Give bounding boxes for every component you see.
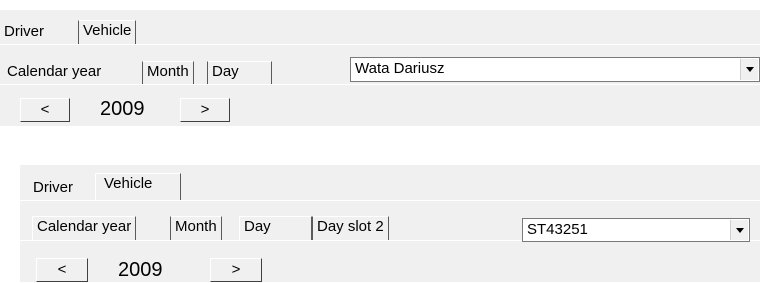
tab-vehicle[interactable]: Vehicle: [95, 173, 181, 200]
tab-day[interactable]: Day: [239, 216, 312, 240]
chevron-down-icon[interactable]: [730, 220, 748, 240]
tab-vehicle[interactable]: Vehicle: [78, 20, 137, 44]
subtab-row-divider: [0, 84, 760, 85]
chevron-down-icon[interactable]: [740, 59, 758, 80]
tab-driver[interactable]: Driver: [0, 22, 48, 44]
panel-driver-view: Driver Vehicle Calendar year Month Day W…: [0, 10, 760, 126]
prev-year-button[interactable]: <: [36, 258, 88, 282]
tab-calendar-year[interactable]: Calendar year: [32, 216, 137, 240]
tab-calendar-year[interactable]: Calendar year: [3, 62, 106, 84]
prev-year-button[interactable]: <: [20, 98, 70, 122]
tab-day-slot-2[interactable]: Day slot 2: [312, 216, 389, 240]
driver-select-value: Wata Dariusz: [355, 60, 445, 77]
year-display: 2009: [118, 259, 163, 281]
year-display: 2009: [100, 98, 145, 120]
panel-vehicle-view: Driver Vehicle Calendar year Month Day D…: [20, 165, 760, 282]
tab-day[interactable]: Day: [207, 61, 272, 84]
tab-driver[interactable]: Driver: [29, 178, 77, 200]
next-year-button[interactable]: >: [180, 98, 230, 122]
driver-select[interactable]: Wata Dariusz: [350, 57, 760, 82]
vehicle-select[interactable]: ST43251: [522, 218, 750, 242]
next-year-button[interactable]: >: [210, 258, 262, 282]
tab-month[interactable]: Month: [170, 216, 222, 240]
tab-row-divider: [0, 44, 760, 45]
tab-month[interactable]: Month: [142, 61, 194, 84]
vehicle-select-value: ST43251: [527, 221, 588, 238]
tab-row-divider: [20, 200, 760, 201]
